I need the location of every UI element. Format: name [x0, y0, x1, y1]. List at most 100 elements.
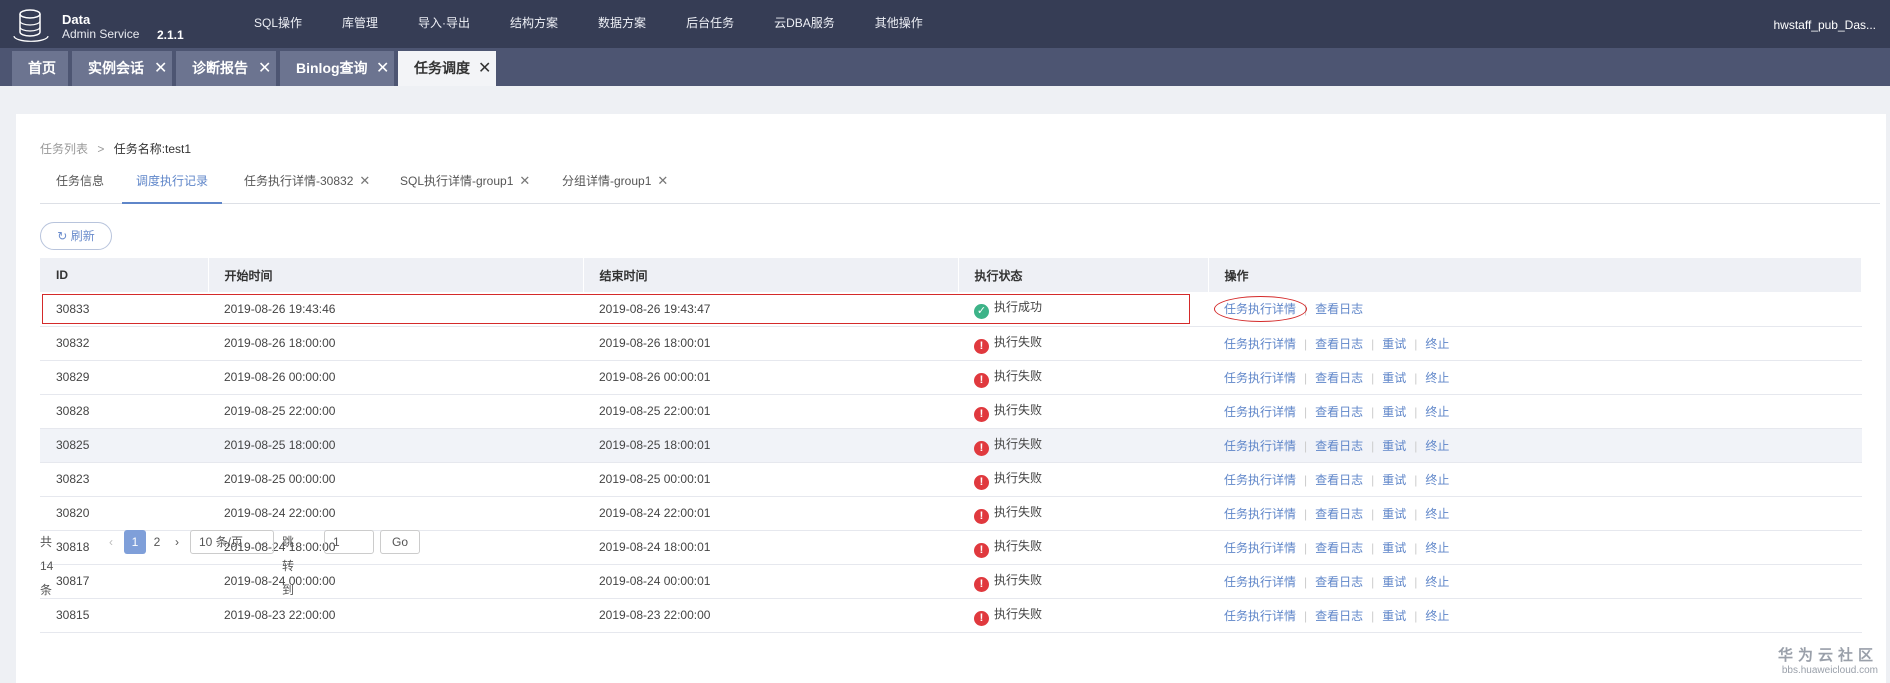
jump-page-input[interactable]: 1	[324, 530, 374, 554]
cell-id: 30829	[40, 360, 208, 395]
stop-link[interactable]: 终止	[1425, 405, 1449, 419]
nav-item-import-export[interactable]: 导入·导出	[398, 0, 490, 48]
nav-item-data[interactable]: 数据方案	[578, 0, 666, 48]
app-logo[interactable]: Data Admin Service 2.1.1	[12, 8, 212, 42]
page-tab-sessions[interactable]: 实例会话 ✕	[72, 51, 172, 86]
nav-item-schema[interactable]: 结构方案	[490, 0, 578, 48]
view-log-link[interactable]: 查看日志	[1315, 371, 1363, 385]
retry-link[interactable]: 重试	[1382, 405, 1406, 419]
nav-item-background-tasks[interactable]: 后台任务	[666, 0, 754, 48]
view-log-link[interactable]: 查看日志	[1315, 302, 1363, 316]
page-tab-task-schedule[interactable]: 任务调度 ✕	[398, 51, 496, 86]
view-log-link[interactable]: 查看日志	[1315, 337, 1363, 351]
retry-link[interactable]: 重试	[1382, 575, 1406, 589]
view-log-link[interactable]: 查看日志	[1315, 541, 1363, 555]
cell-start-time: 2019-08-26 00:00:00	[208, 360, 583, 395]
table-row: 30828 2019-08-25 22:00:00 2019-08-25 22:00…	[40, 394, 1862, 429]
page-button[interactable]: 1	[124, 530, 146, 554]
tab-sql-exec-detail[interactable]: SQL执行详情-group1 ✕	[400, 170, 530, 204]
divider: |	[1304, 540, 1308, 555]
column-header-id[interactable]: ID	[40, 258, 209, 292]
user-account[interactable]: hwstaff_pub_Das...	[1773, 0, 1876, 48]
view-log-link[interactable]: 查看日志	[1315, 575, 1363, 589]
tab-group-detail[interactable]: 分组详情-group1 ✕	[562, 170, 668, 204]
cell-actions: 任务执行详情 | 查看日志 | 重试 | 终止	[1208, 530, 1862, 565]
error-alert-icon: !	[974, 372, 989, 388]
retry-link[interactable]: 重试	[1382, 439, 1406, 453]
page-tab-binlog[interactable]: Binlog查询 ✕	[280, 51, 394, 86]
close-icon[interactable]: ✕	[478, 51, 491, 86]
status-text: 执行失败	[994, 504, 1043, 519]
close-icon[interactable]: ✕	[376, 51, 389, 86]
page-tab-diagnosis[interactable]: 诊断报告 ✕	[176, 51, 276, 86]
column-header-start[interactable]: 开始时间	[208, 258, 584, 292]
task-detail-link[interactable]: 任务执行详情	[1224, 473, 1296, 487]
retry-link[interactable]: 重试	[1382, 507, 1406, 521]
status-text: 执行失败	[994, 538, 1043, 553]
refresh-label: 刷新	[70, 229, 95, 243]
stop-link[interactable]: 终止	[1425, 371, 1449, 385]
table-row: 30820 2019-08-24 22:00:00 2019-08-24 22:00…	[40, 496, 1862, 531]
task-detail-link[interactable]: 任务执行详情	[1224, 541, 1296, 555]
tab-task-info[interactable]: 任务信息	[56, 170, 104, 204]
task-detail-link[interactable]: 任务执行详情	[1224, 507, 1296, 521]
retry-link[interactable]: 重试	[1382, 541, 1406, 555]
top-navbar: Data Admin Service 2.1.1 SQL操作 库管理 导入·导出…	[0, 0, 1890, 48]
nav-item-other[interactable]: 其他操作	[855, 0, 943, 48]
close-icon[interactable]: ✕	[519, 173, 530, 188]
page-button[interactable]: 2	[150, 530, 164, 554]
breadcrumb-task-list[interactable]: 任务列表	[40, 142, 88, 156]
close-icon[interactable]: ✕	[359, 173, 370, 188]
task-detail-link[interactable]: 任务执行详情	[1224, 337, 1296, 351]
task-detail-link[interactable]: 任务执行详情	[1224, 575, 1296, 589]
go-button[interactable]: Go	[380, 530, 420, 554]
page-tab-label: 首页	[28, 60, 56, 76]
close-icon[interactable]: ✕	[657, 173, 668, 188]
stop-link[interactable]: 终止	[1425, 575, 1449, 589]
nav-item-sql[interactable]: SQL操作	[234, 0, 322, 48]
stop-link[interactable]: 终止	[1425, 541, 1449, 555]
retry-link[interactable]: 重试	[1382, 609, 1406, 623]
column-header-end[interactable]: 结束时间	[583, 258, 959, 292]
stop-link[interactable]: 终止	[1425, 337, 1449, 351]
annotation-highlight-oval	[1214, 296, 1307, 322]
task-detail-link[interactable]: 任务执行详情	[1224, 405, 1296, 419]
view-log-link[interactable]: 查看日志	[1315, 405, 1363, 419]
chevron-right-icon[interactable]: ›	[170, 530, 184, 554]
task-detail-link[interactable]: 任务执行详情	[1224, 609, 1296, 623]
retry-link[interactable]: 重试	[1382, 337, 1406, 351]
nav-item-cloud-dba[interactable]: 云DBA服务	[754, 0, 855, 48]
table-header-row: ID 开始时间 结束时间 执行状态 操作	[40, 258, 1862, 292]
cell-actions: 任务执行详情 | 查看日志 | 重试 | 终止	[1208, 428, 1862, 463]
column-header-status[interactable]: 执行状态	[958, 258, 1209, 292]
stop-link[interactable]: 终止	[1425, 473, 1449, 487]
close-icon[interactable]: ✕	[258, 51, 271, 86]
task-detail-link[interactable]: 任务执行详情	[1224, 371, 1296, 385]
cell-id: 30825	[40, 428, 208, 463]
error-alert-icon: !	[974, 610, 989, 626]
page-tab-home[interactable]: 首页	[12, 51, 68, 86]
chevron-left-icon[interactable]: ‹	[104, 530, 118, 554]
content-panel: 任务列表 > 任务名称:test1 任务信息 调度执行记录 任务执行详情-308…	[16, 114, 1886, 683]
view-log-link[interactable]: 查看日志	[1315, 439, 1363, 453]
view-log-link[interactable]: 查看日志	[1315, 473, 1363, 487]
view-log-link[interactable]: 查看日志	[1315, 507, 1363, 521]
nav-item-db-manage[interactable]: 库管理	[322, 0, 398, 48]
retry-link[interactable]: 重试	[1382, 371, 1406, 385]
retry-link[interactable]: 重试	[1382, 473, 1406, 487]
cell-end-time: 2019-08-25 00:00:01	[583, 462, 958, 497]
stop-link[interactable]: 终止	[1425, 507, 1449, 521]
stop-link[interactable]: 终止	[1425, 439, 1449, 453]
annotation-highlight-box	[42, 294, 1190, 324]
tab-schedule-records[interactable]: 调度执行记录	[122, 170, 223, 204]
cell-start-time: 2019-08-25 22:00:00	[208, 394, 583, 429]
view-log-link[interactable]: 查看日志	[1315, 609, 1363, 623]
tab-task-exec-detail[interactable]: 任务执行详情-30832 ✕	[244, 170, 370, 204]
stop-link[interactable]: 终止	[1425, 609, 1449, 623]
divider: |	[1414, 506, 1418, 521]
task-detail-link[interactable]: 任务执行详情	[1224, 439, 1296, 453]
page-size-select[interactable]: 10 条/页 ⌵	[190, 530, 274, 554]
close-icon[interactable]: ✕	[154, 51, 167, 86]
table-row: 30817 2019-08-24 00:00:00 2019-08-24 00:00…	[40, 564, 1862, 599]
refresh-button[interactable]: ↻ 刷新	[40, 222, 112, 250]
